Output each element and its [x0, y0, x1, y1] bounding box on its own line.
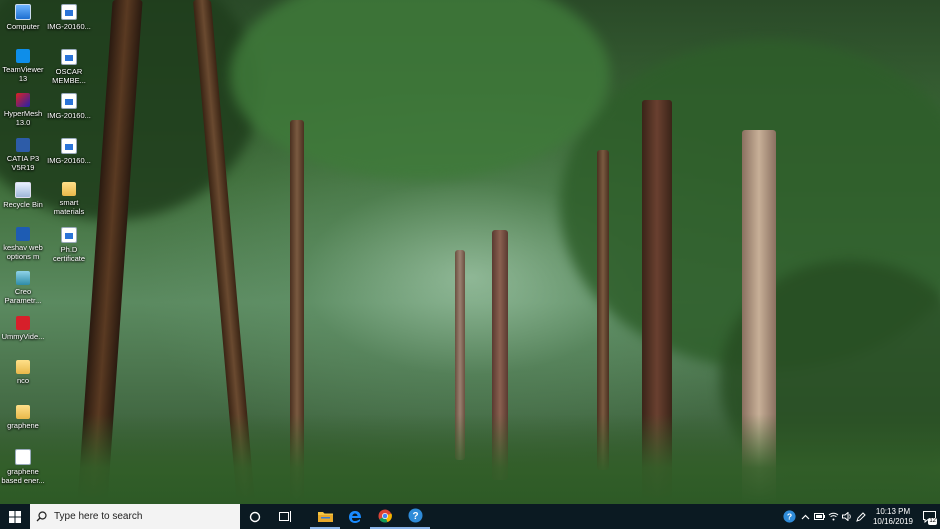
svg-text:?: ? [412, 511, 418, 522]
desktop-icon-label: nco [16, 376, 30, 385]
clock-time: 10:13 PM [875, 506, 911, 516]
tray-help-button[interactable]: ? [780, 504, 798, 529]
wallpaper-foliage [230, 0, 610, 180]
hypermesh-icon [16, 93, 30, 107]
desktop-icon-label: UmmyVide... [1, 331, 45, 341]
system-tray: ? 10:13 PM 10/16/2019 12 [780, 504, 940, 529]
desktop-icon[interactable]: Creo Parametr... [1, 269, 45, 305]
file-explorer-button[interactable] [310, 504, 340, 529]
help-icon: ? [408, 508, 422, 523]
desktop-icon[interactable]: graphene [1, 403, 45, 430]
desktop-icon-label: IMG-20160... [47, 22, 91, 31]
desktop-icon[interactable]: HyperMesh 13.0 [1, 91, 45, 127]
desktop-icon[interactable]: OSCAR MEMBE... [47, 47, 91, 85]
volume-button[interactable] [840, 504, 854, 529]
edge-icon [349, 510, 361, 523]
desktop-icon-label: Creo Parametr... [4, 287, 42, 305]
desktop-icon[interactable]: IMG-20160... [47, 2, 91, 31]
file-explorer-icon [317, 511, 333, 522]
search-icon [36, 511, 47, 522]
start-button[interactable] [0, 504, 30, 529]
desktop-icon[interactable]: UmmyVide... [1, 314, 45, 341]
image-file-icon [61, 93, 77, 109]
desktop-icon[interactable]: CATIA P3 V5R19 [1, 136, 45, 172]
cortana-icon [249, 511, 261, 522]
show-hidden-icons-button[interactable] [798, 504, 812, 529]
battery-icon [813, 513, 825, 520]
desktop-icon[interactable]: TeamViewer 13 [1, 47, 45, 83]
ummy-video-icon [16, 315, 30, 330]
task-view-icon [278, 511, 291, 522]
wifi-button[interactable] [826, 504, 840, 529]
desktop-icon[interactable]: keshav web options m [1, 225, 45, 261]
wallpaper-ground [0, 414, 940, 504]
wifi-icon [828, 512, 838, 521]
image-file-icon [61, 137, 77, 154]
action-center-button[interactable]: 12 [918, 504, 940, 529]
image-file-icon [61, 4, 77, 20]
chevron-up-icon [801, 514, 809, 519]
chrome-icon [378, 509, 392, 522]
desktop-icon[interactable]: IMG-20160... [47, 91, 91, 120]
recycle-bin-icon [15, 182, 31, 198]
desktop-icon[interactable]: Computer [1, 2, 45, 31]
desktop-icon[interactable]: Recycle Bin [1, 180, 45, 209]
desktop-icon-label: HyperMesh 13.0 [3, 109, 43, 127]
windows-logo-icon [9, 510, 21, 523]
desktop-icon-label: Computer [6, 22, 40, 31]
help-icon: ? [782, 510, 796, 523]
image-file-icon [61, 48, 77, 65]
taskbar: Type here to search ? ? 10:13 PM 10/16/2… [0, 504, 940, 529]
catia-icon [16, 137, 30, 152]
pen-workspace-button[interactable] [854, 504, 868, 529]
chrome-button[interactable] [370, 504, 400, 529]
desktop-icon-label: graphene [7, 420, 39, 430]
desktop-icon-label: IMG-20160... [47, 155, 91, 165]
battery-button[interactable] [812, 504, 826, 529]
notification-count: 12 [928, 518, 937, 525]
pen-icon [856, 511, 866, 522]
desktop-icon-label: CATIA P3 V5R19 [6, 153, 40, 172]
desktop-icon-label: IMG-20160... [47, 111, 91, 120]
desktop-icon-label: smart materials [53, 198, 85, 216]
desktop-icon-label: Ph.D certificate [52, 244, 86, 263]
desktop-icon-label: OSCAR MEMBE... [52, 66, 86, 85]
desktop-icon-label: Recycle Bin [3, 200, 43, 209]
taskbar-clock[interactable]: 10:13 PM 10/16/2019 [868, 507, 918, 527]
desktop-wallpaper: Computer IMG-20160... TeamViewer 13 OSCAR M… [0, 0, 940, 504]
search-placeholder: Type here to search [54, 511, 143, 522]
folder-icon [16, 360, 30, 374]
cortana-button[interactable] [240, 504, 270, 529]
document-icon [15, 449, 31, 465]
word-doc-icon [16, 226, 30, 241]
teamviewer-icon [16, 48, 30, 63]
clock-date: 10/16/2019 [872, 516, 914, 526]
folder-icon [62, 182, 76, 196]
svg-text:?: ? [786, 512, 791, 522]
task-view-button[interactable] [270, 504, 300, 529]
desktop-icon[interactable]: nco [1, 358, 45, 385]
edge-button[interactable] [340, 504, 370, 529]
desktop-icon-label: keshav web options m [3, 242, 43, 261]
desktop-icon[interactable]: graphene based ener... [1, 447, 45, 485]
image-file-icon [61, 226, 77, 243]
creo-icon [16, 271, 30, 285]
desktop-icon[interactable]: smart materials [47, 180, 91, 216]
computer-icon [15, 4, 31, 20]
desktop-icon-label: graphene based ener... [1, 467, 45, 485]
desktop-icon-label: TeamViewer 13 [2, 64, 44, 83]
get-help-button[interactable]: ? [400, 504, 430, 529]
desktop-icon[interactable]: Ph.D certificate [47, 225, 91, 263]
volume-icon [841, 512, 851, 521]
desktop-icon[interactable]: IMG-20160... [47, 136, 91, 165]
folder-icon [16, 404, 30, 419]
taskbar-search-box[interactable]: Type here to search [30, 504, 240, 529]
